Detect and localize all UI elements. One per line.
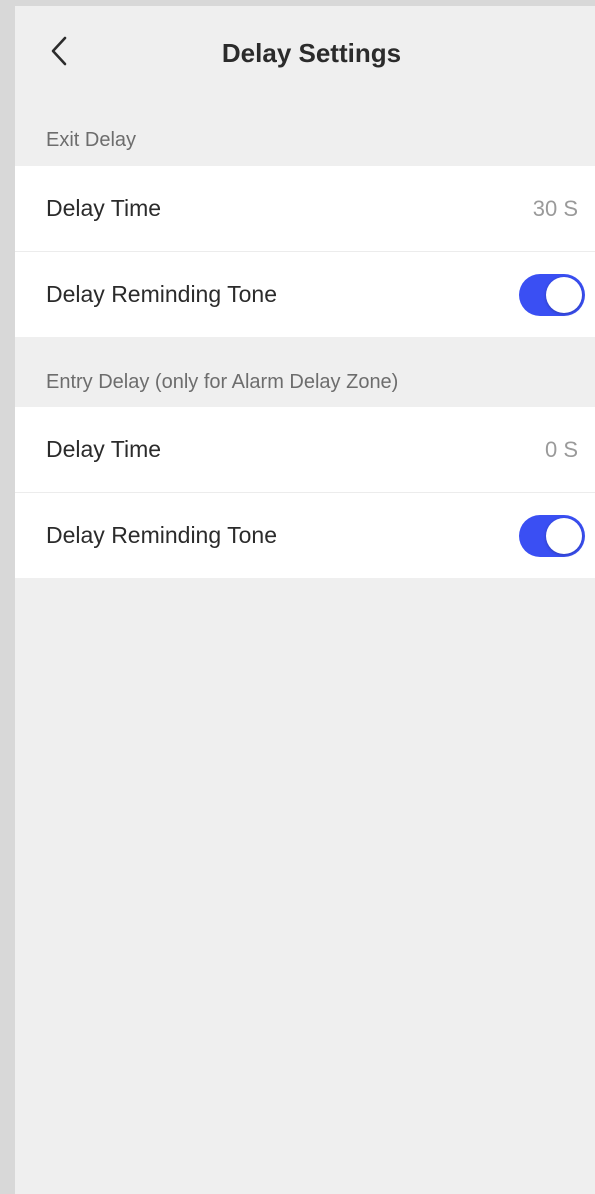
toggle-knob: [546, 518, 582, 554]
entry-delay-time-label: Delay Time: [46, 436, 162, 462]
entry-delay-tone-toggle[interactable]: [519, 515, 585, 557]
delay-settings-screen: Delay Settings Exit Delay Delay Time 30 …: [15, 6, 595, 1194]
exit-delay-time-row[interactable]: Delay Time 30 S: [15, 166, 595, 251]
exit-delay-tone-label: Delay Reminding Tone: [46, 281, 277, 307]
page-title: Delay Settings: [221, 38, 402, 68]
exit-delay-tone-toggle[interactable]: [519, 274, 585, 316]
header: Delay Settings: [15, 6, 595, 102]
entry-delay-time-value: 0 S: [544, 437, 578, 462]
exit-delay-tone-row: Delay Reminding Tone: [15, 252, 595, 337]
exit-delay-time-label: Delay Time: [46, 195, 162, 221]
entry-delay-time-row[interactable]: Delay Time 0 S: [15, 407, 595, 492]
toggle-knob: [546, 277, 582, 313]
section-label-entry-delay: Entry Delay (only for Alarm Delay Zone): [46, 371, 399, 393]
section-label-exit-delay: Exit Delay: [46, 129, 137, 151]
entry-delay-tone-label: Delay Reminding Tone: [46, 522, 277, 548]
exit-delay-time-value: 30 S: [532, 196, 578, 221]
entry-delay-tone-row: Delay Reminding Tone: [15, 493, 595, 578]
